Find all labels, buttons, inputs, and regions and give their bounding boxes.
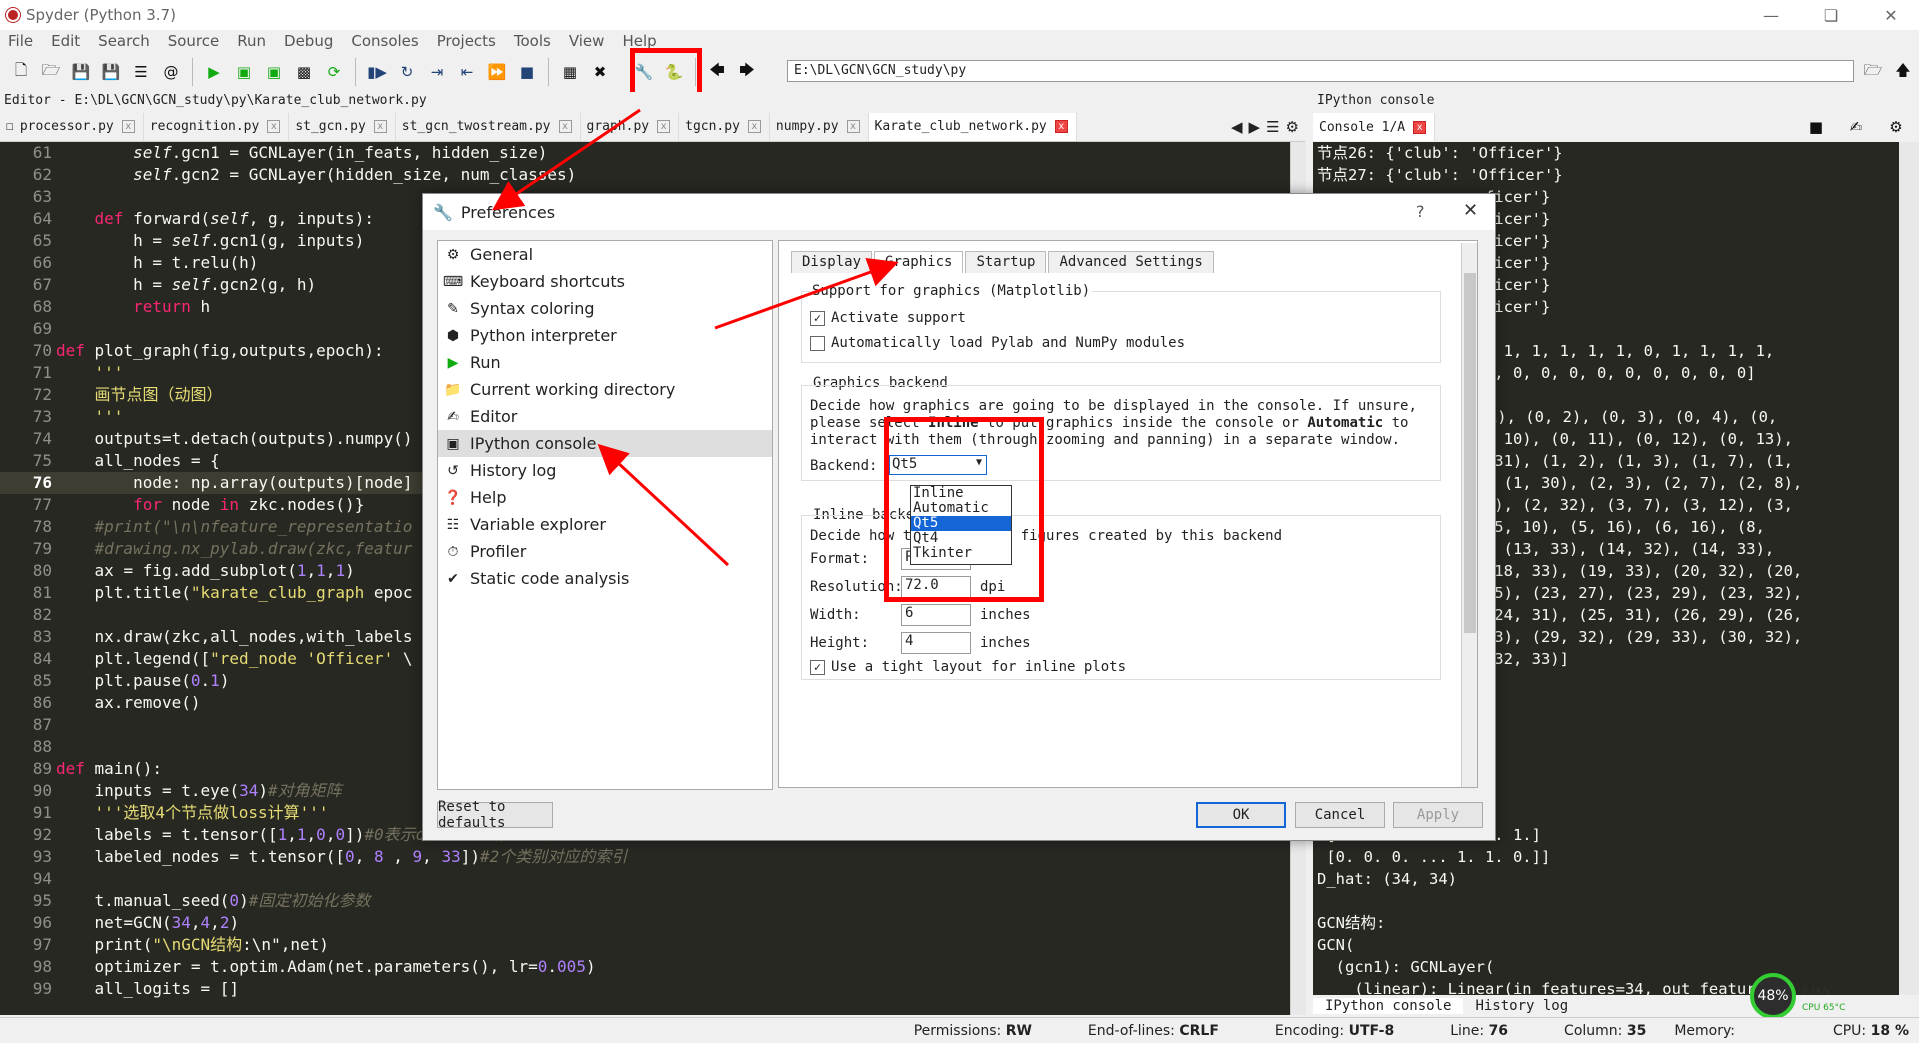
annotation-arrows — [492, 108, 899, 567]
